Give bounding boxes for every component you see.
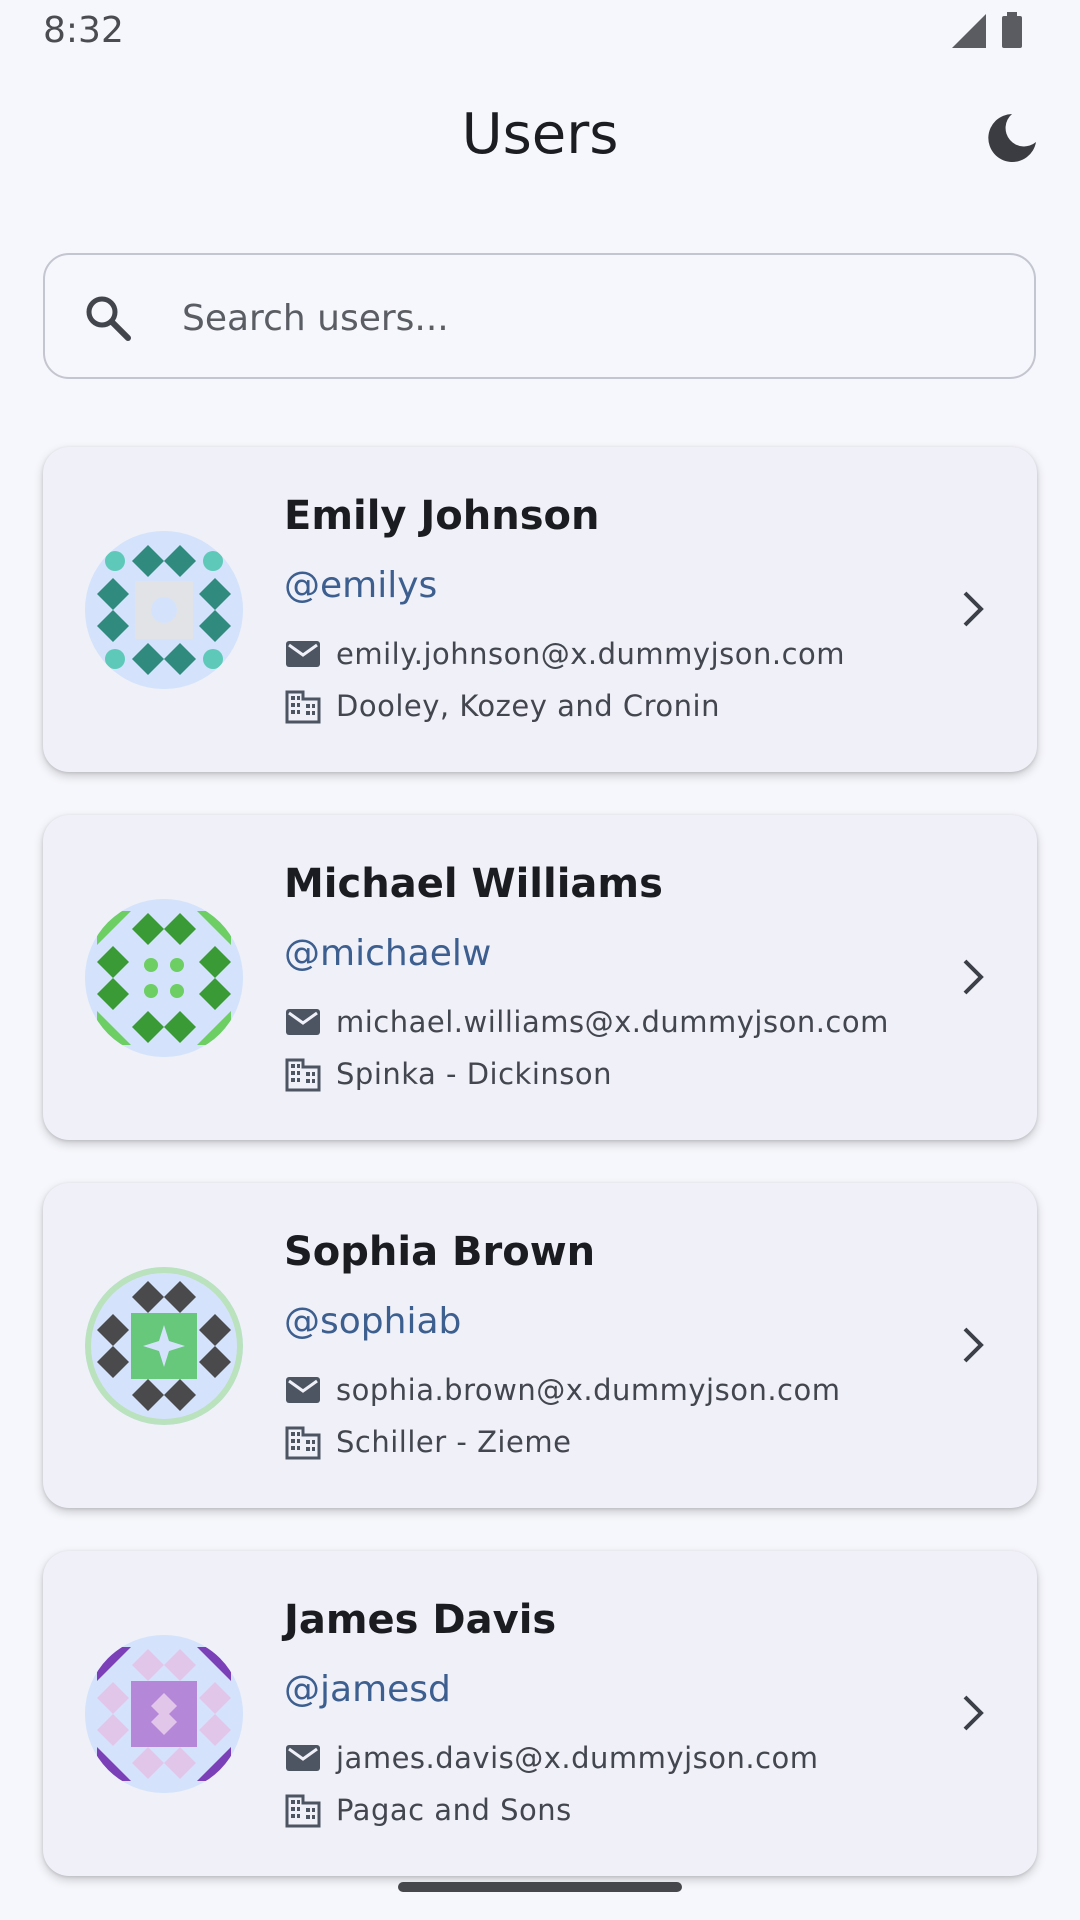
app-bar: Users xyxy=(0,60,1080,210)
user-company-row: Dooley, Kozey and Cronin xyxy=(284,687,720,725)
email-icon xyxy=(286,1745,320,1771)
user-company: Schiller - Zieme xyxy=(336,1425,572,1459)
user-company-row: Spinka - Dickinson xyxy=(284,1055,612,1093)
user-email-row: sophia.brown@x.dummyjson.com xyxy=(284,1371,841,1409)
user-email-row: michael.williams@x.dummyjson.com xyxy=(284,1003,889,1041)
user-card[interactable]: Emily Johnson @emilys emily.johnson@x.du… xyxy=(43,447,1037,772)
user-handle: @sophiab xyxy=(284,1301,462,1342)
user-card[interactable]: James Davis @jamesd james.davis@x.dummyj… xyxy=(43,1551,1037,1876)
building-icon xyxy=(285,1426,321,1460)
user-email: emily.johnson@x.dummyjson.com xyxy=(336,637,846,671)
user-company: Dooley, Kozey and Cronin xyxy=(336,689,720,723)
building-icon xyxy=(285,690,321,724)
email-icon xyxy=(286,641,320,667)
signal-icon xyxy=(952,14,986,48)
user-name: James Davis xyxy=(284,1597,557,1643)
user-handle: @emilys xyxy=(284,565,438,606)
user-company-row: Pagac and Sons xyxy=(284,1791,572,1829)
avatar xyxy=(85,899,243,1057)
building-icon xyxy=(285,1794,321,1828)
home-indicator[interactable] xyxy=(398,1882,682,1892)
user-card[interactable]: Sophia Brown @sophiab sophia.brown@x.dum… xyxy=(43,1183,1037,1508)
search-box[interactable] xyxy=(43,253,1036,379)
status-icons xyxy=(952,12,1024,48)
user-company-row: Schiller - Zieme xyxy=(284,1423,571,1461)
user-company: Pagac and Sons xyxy=(336,1793,572,1827)
chevron-right-icon xyxy=(963,1695,984,1731)
avatar xyxy=(85,1267,243,1425)
search-icon xyxy=(86,296,131,341)
user-name: Michael Williams xyxy=(284,861,663,907)
email-icon xyxy=(286,1377,320,1403)
avatar xyxy=(85,531,243,689)
user-list: Emily Johnson @emilys emily.johnson@x.du… xyxy=(43,447,1037,1919)
user-name: Sophia Brown xyxy=(284,1229,596,1275)
user-email-row: james.davis@x.dummyjson.com xyxy=(284,1739,819,1777)
battery-icon xyxy=(1002,12,1022,48)
user-handle: @michaelw xyxy=(284,933,492,974)
user-name: Emily Johnson xyxy=(284,493,600,539)
status-time: 8:32 xyxy=(43,10,124,51)
user-email-row: emily.johnson@x.dummyjson.com xyxy=(284,635,845,673)
chevron-right-icon xyxy=(963,1327,984,1363)
user-email: sophia.brown@x.dummyjson.com xyxy=(336,1373,841,1407)
building-icon xyxy=(285,1058,321,1092)
user-card[interactable]: Michael Williams @michaelw michael.willi… xyxy=(43,815,1037,1140)
chevron-right-icon xyxy=(963,959,984,995)
page-title: Users xyxy=(461,102,619,167)
user-company: Spinka - Dickinson xyxy=(336,1057,613,1091)
user-email: james.davis@x.dummyjson.com xyxy=(336,1741,819,1775)
avatar xyxy=(85,1635,243,1793)
user-handle: @jamesd xyxy=(284,1669,451,1710)
chevron-right-icon xyxy=(963,591,984,627)
theme-toggle-button[interactable] xyxy=(980,106,1044,170)
user-email: michael.williams@x.dummyjson.com xyxy=(336,1005,889,1039)
moon-icon xyxy=(988,114,1036,162)
email-icon xyxy=(286,1009,320,1035)
search-input[interactable] xyxy=(180,277,1004,359)
status-bar: 8:32 xyxy=(0,0,1080,60)
